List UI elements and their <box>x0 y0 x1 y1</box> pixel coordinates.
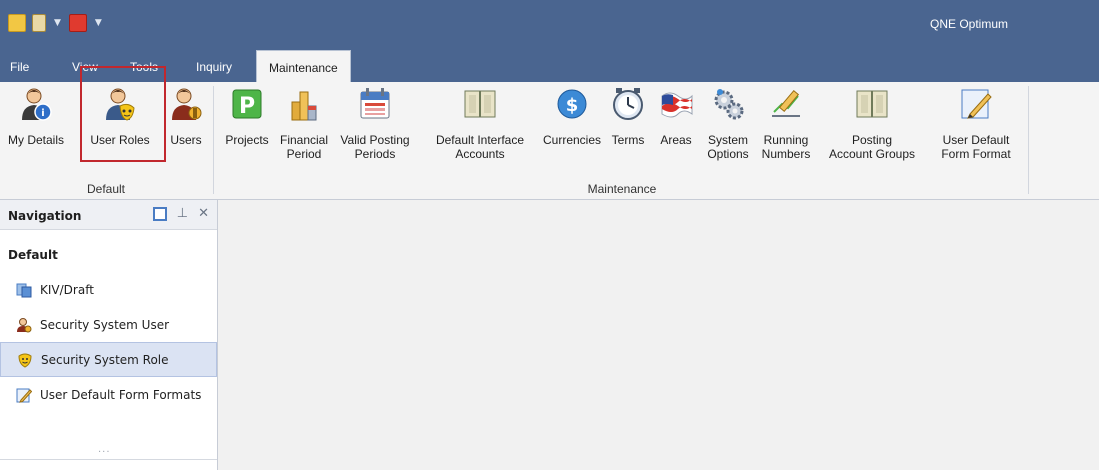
nav-item-security-system-role[interactable]: Security System Role <box>0 342 217 377</box>
default-interface-accounts-button[interactable]: Default Interface Accounts <box>422 86 538 161</box>
gears-icon <box>710 86 746 122</box>
tab-tools[interactable]: Tools <box>130 60 158 74</box>
svg-text:i: i <box>41 108 44 119</box>
chevron-down-icon[interactable]: ▼ <box>54 18 61 28</box>
ribbon-group-divider <box>1028 86 1029 194</box>
ribbon-group-label-default: Default <box>86 182 126 196</box>
user-roles-icon <box>102 86 138 122</box>
quick-access-toolbar: ▼ ▼ <box>8 14 104 32</box>
ledger-book-icon <box>462 86 498 122</box>
nav-item-security-system-user[interactable]: Security System User <box>0 307 217 342</box>
pencil-chart-icon <box>768 86 804 122</box>
financial-period-button[interactable]: Financial Period <box>274 86 334 161</box>
edit-form-icon <box>958 86 994 122</box>
security-user-icon <box>16 317 32 333</box>
tab-maintenance[interactable]: Maintenance <box>256 50 351 82</box>
nav-item-label: KIV/Draft <box>40 282 94 297</box>
tab-inquiry[interactable]: Inquiry <box>196 60 232 74</box>
projects-icon: P <box>229 86 265 122</box>
projects-button[interactable]: P Projects <box>220 86 274 147</box>
currencies-button[interactable]: $ Currencies <box>538 86 606 147</box>
my-details-button[interactable]: i My Details <box>4 86 68 147</box>
posting-account-groups-button[interactable]: Posting Account Groups <box>820 86 924 161</box>
svg-text:$: $ <box>566 95 579 116</box>
navigation-tools: ⊥ ✕ <box>152 206 209 221</box>
edit-form-icon <box>16 387 33 403</box>
navigation-divider <box>0 459 217 460</box>
ribbon-group-divider <box>213 86 214 194</box>
nav-item-kiv-draft[interactable]: KIV/Draft <box>0 272 217 307</box>
user-default-form-format-button[interactable]: User Default Form Format <box>930 86 1022 161</box>
valid-posting-periods-button[interactable]: Valid Posting Periods <box>338 86 412 161</box>
system-options-button[interactable]: System Options <box>700 86 756 161</box>
tab-file[interactable]: File <box>10 60 29 74</box>
ribbon-group-default: i My Details User Roles Users Default <box>0 82 212 200</box>
navigation-section-title: Default <box>8 248 58 262</box>
draft-icon <box>16 282 32 298</box>
title-bar: ▼ ▼ QNE Optimum <box>0 0 1099 48</box>
users-icon <box>168 86 204 122</box>
tab-view[interactable]: View <box>72 60 98 74</box>
save-icon[interactable] <box>8 14 26 32</box>
users-button[interactable]: Users <box>164 86 208 147</box>
navigation-title: Navigation <box>8 209 82 223</box>
ledger-book-icon <box>854 86 890 122</box>
flag-icon <box>658 86 694 122</box>
calendar-icon <box>357 86 393 122</box>
security-role-icon <box>17 352 33 368</box>
ribbon-group-label-maintenance: Maintenance <box>587 182 657 196</box>
navigation-header: Navigation ⊥ ✕ <box>0 200 217 230</box>
ribbon-group-maintenance: P Projects Financial Period Valid Postin… <box>216 82 1028 200</box>
dock-icon[interactable] <box>152 206 167 221</box>
terms-button[interactable]: Terms <box>606 86 650 147</box>
running-numbers-button[interactable]: Running Numbers <box>756 86 816 161</box>
areas-button[interactable]: Areas <box>654 86 698 147</box>
user-roles-button[interactable]: User Roles <box>84 86 156 147</box>
financial-period-icon <box>286 86 322 122</box>
app-title: QNE Optimum <box>930 17 1009 31</box>
user-info-icon: i <box>18 86 54 122</box>
close-icon[interactable]: ✕ <box>198 206 209 221</box>
nav-item-label: Security System Role <box>41 352 169 367</box>
dollar-coin-icon: $ <box>554 86 590 122</box>
pin-icon[interactable]: ⊥ <box>177 206 188 221</box>
main-workspace <box>218 200 1099 470</box>
customize-qat-icon[interactable]: ▼ <box>95 18 102 28</box>
clock-icon <box>610 86 646 122</box>
navigation-splitter-grip[interactable]: ... <box>98 444 111 455</box>
ribbon: i My Details User Roles Users Default P … <box>0 82 1099 200</box>
clipboard-icon[interactable] <box>32 14 46 32</box>
navigation-pane: Navigation ⊥ ✕ Default KIV/Draft Securit… <box>0 200 218 470</box>
nav-item-label: User Default Form Formats <box>40 387 202 402</box>
nav-item-user-default-form-formats[interactable]: User Default Form Formats <box>0 377 217 412</box>
nav-item-label: Security System User <box>40 317 170 332</box>
menu-tabs: File View Tools Inquiry Maintenance <box>0 48 1099 82</box>
pdf-icon[interactable] <box>68 14 87 32</box>
svg-text:P: P <box>239 94 255 119</box>
